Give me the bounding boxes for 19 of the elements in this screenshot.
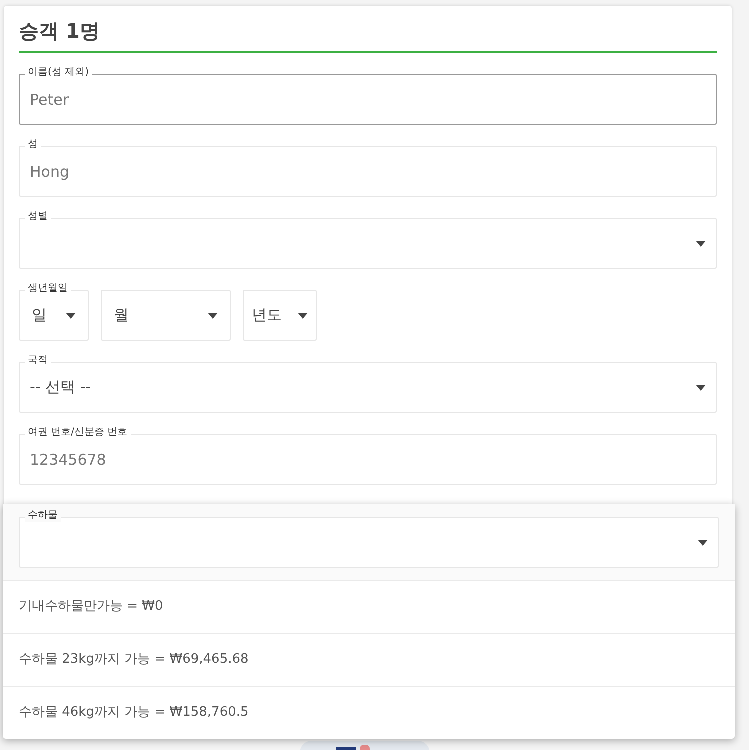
dropdown-option[interactable]: 수하물 46kg까지 가능 = ₩158,760.5 xyxy=(3,687,735,739)
caret-icon xyxy=(696,384,706,390)
caret-icon xyxy=(698,540,708,546)
section-heading: 승객 1명 xyxy=(19,14,717,53)
caret-icon xyxy=(696,240,706,246)
dropdown-field[interactable]: 월 xyxy=(101,290,231,341)
caret-icon xyxy=(66,312,76,318)
field-label: 이름(성 제외) xyxy=(25,66,92,79)
field-label: 성별 xyxy=(25,210,51,223)
field-label: 국적 xyxy=(25,354,51,367)
dropdown-field[interactable]: 년도 xyxy=(243,290,317,341)
caret-icon xyxy=(208,312,218,318)
caret-icon xyxy=(298,312,308,318)
field-label: 수하물 xyxy=(25,509,61,522)
dropdown-option[interactable]: 기내수하물만가능 = ₩0 xyxy=(3,581,735,634)
field-label: 여권 번호/신분증 번호 xyxy=(25,426,131,439)
field-label: 생년월일 xyxy=(25,282,71,295)
field-label: 성 xyxy=(25,138,41,151)
dropdown-option[interactable]: 수하물 23kg까지 가능 = ₩69,465.68 xyxy=(3,634,735,687)
